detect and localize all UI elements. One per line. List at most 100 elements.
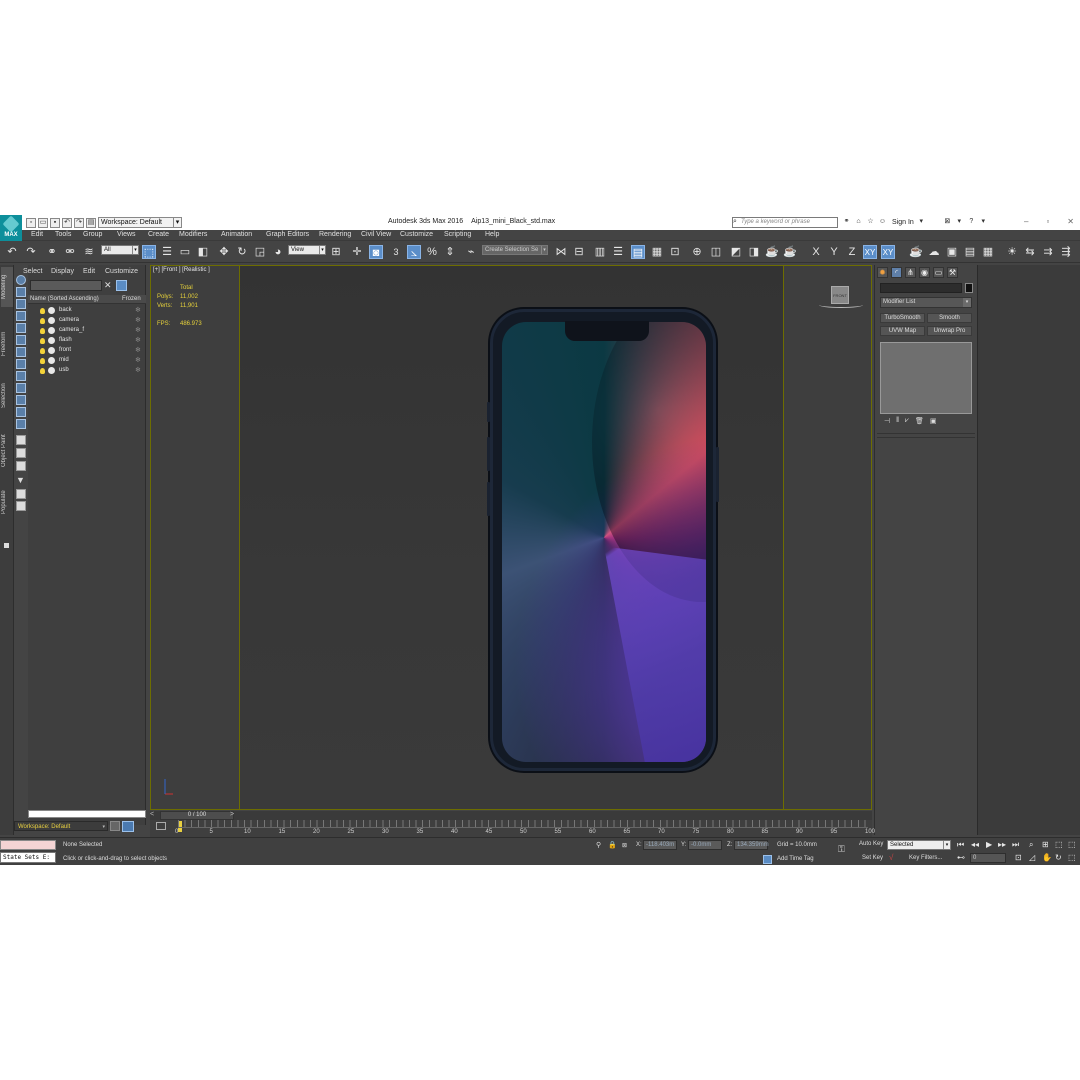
sign-in-button[interactable]: Sign In xyxy=(892,219,914,226)
hierarchy-tab-icon[interactable]: ⋔ xyxy=(905,267,916,278)
key-icon[interactable]: ⚿ xyxy=(838,844,845,855)
menu-customize[interactable]: Customize xyxy=(400,231,433,238)
select-by-name-icon[interactable]: ☰ xyxy=(160,245,174,259)
zoom-extents-icon[interactable]: ⬚ xyxy=(1055,840,1063,849)
make-unique-icon[interactable]: ⩗ xyxy=(905,417,909,427)
redo-icon[interactable]: ↷ xyxy=(74,217,84,228)
menu-edit[interactable]: Edit xyxy=(31,231,43,238)
shape-filter-icon[interactable] xyxy=(16,323,26,333)
create-tab-icon[interactable]: ✹ xyxy=(877,267,888,278)
time-tag-icon[interactable] xyxy=(763,855,772,864)
object-color-swatch[interactable] xyxy=(965,283,973,293)
modifier-list-dropdown[interactable]: Modifier List ▾ xyxy=(880,297,972,308)
xref-filter-icon[interactable] xyxy=(16,395,26,405)
workspace-selector[interactable]: Workspace: Default ▾ xyxy=(14,821,108,831)
snaps-toggle-icon[interactable]: 3 xyxy=(389,245,403,259)
mirror-icon[interactable]: ⋈ xyxy=(554,245,568,259)
exchange-icon[interactable]: ⊠ xyxy=(943,217,952,227)
phone-model[interactable] xyxy=(487,309,719,771)
frozen-snowflake-icon[interactable]: ❄ xyxy=(135,346,141,354)
place-icon[interactable]: ◕ xyxy=(271,245,285,259)
track-bar[interactable]: 0 5 10 15 20 25 30 35 40 45 50 55 60 65 70 75 80 85 90 95 10… xyxy=(150,820,875,837)
axis-xy-cycle-button[interactable]: XY xyxy=(881,245,895,259)
light-bulb-icon[interactable] xyxy=(40,318,45,324)
toggle-scene-explorer-icon[interactable]: ▤ xyxy=(631,245,645,259)
render-production-icon[interactable]: ☕ xyxy=(765,245,779,259)
schematic-view-icon[interactable]: ⊕ xyxy=(690,245,704,259)
chevron-down-icon[interactable]: ▾ xyxy=(955,217,964,227)
align-icon[interactable]: ⊟ xyxy=(572,245,586,259)
x-coordinate-field[interactable]: -118.403m xyxy=(643,840,677,850)
maximize-icon[interactable]: ▫ xyxy=(1046,217,1049,226)
zoom-icon[interactable]: ⌕ xyxy=(1029,840,1033,850)
absolute-mode-icon[interactable]: ⊠ xyxy=(622,842,627,849)
remove-modifier-icon[interactable]: 🗑 xyxy=(915,417,924,427)
angle-snap-icon[interactable]: ⦣ xyxy=(407,245,421,259)
sync-selection-icon[interactable] xyxy=(16,489,26,499)
menu-graph-editors[interactable]: Graph Editors xyxy=(266,231,309,238)
menu-rendering[interactable]: Rendering xyxy=(319,231,351,238)
key-selection-dropdown[interactable]: Selected ▾ xyxy=(887,840,951,850)
frozen-snowflake-icon[interactable]: ❄ xyxy=(135,326,141,334)
render-window-icon[interactable]: ▣ xyxy=(945,245,959,259)
menu-tools[interactable]: Tools xyxy=(55,231,71,238)
isolate-icon[interactable]: ⚲ xyxy=(596,841,601,849)
expand-icon[interactable] xyxy=(4,543,9,548)
set-key-button[interactable]: Set Key xyxy=(862,855,883,861)
list-item[interactable]: camera ❄ xyxy=(28,316,146,326)
cloud-icon[interactable]: ☁ xyxy=(927,245,941,259)
show-end-result-icon[interactable]: ‖ xyxy=(896,417,899,427)
tab-populate[interactable]: Populate xyxy=(1,483,13,521)
container-filter-icon[interactable] xyxy=(16,419,26,429)
link-icon[interactable]: ⚭ xyxy=(45,245,59,259)
light-bulb-icon[interactable] xyxy=(40,338,45,344)
menu-scripting[interactable]: Scripting xyxy=(444,231,471,238)
selection-filter-dropdown[interactable]: All ▾ xyxy=(101,245,139,255)
undo-icon[interactable]: ↶ xyxy=(62,217,72,228)
column-frozen[interactable]: Frozen xyxy=(122,296,141,302)
list-item[interactable]: back ❄ xyxy=(28,306,146,316)
display-all-icon[interactable] xyxy=(16,287,26,297)
state-sets-field[interactable]: State Sets E: xyxy=(0,852,56,863)
key-filters-button[interactable]: Key Filters... xyxy=(909,855,942,861)
frozen-snowflake-icon[interactable]: ❄ xyxy=(135,306,141,314)
reference-coordinate-dropdown[interactable]: View ▾ xyxy=(288,245,326,255)
pivot-center-icon[interactable]: ⊞ xyxy=(329,245,343,259)
save-file-icon[interactable]: ▪ xyxy=(50,217,60,228)
layer-explorer-icon[interactable]: ▥ xyxy=(593,245,607,259)
menu-help[interactable]: Help xyxy=(485,231,499,238)
menu-modifiers[interactable]: Modifiers xyxy=(179,231,207,238)
axis-x-button[interactable]: X xyxy=(809,245,823,259)
viewcube-compass[interactable] xyxy=(819,302,863,308)
select-manipulate-icon[interactable]: ✛ xyxy=(350,245,364,259)
helper-filter-icon[interactable] xyxy=(16,359,26,369)
undo-icon[interactable]: ↶ xyxy=(5,245,19,259)
time-config-icon[interactable]: ⊡ xyxy=(1015,853,1022,862)
rotate-icon[interactable]: ↻ xyxy=(235,245,249,259)
bone-filter-icon[interactable] xyxy=(16,407,26,417)
field-of-view-icon[interactable]: ◿ xyxy=(1029,853,1035,862)
display-tab-icon[interactable]: ▭ xyxy=(933,267,944,278)
z-coordinate-field[interactable]: 134.359mm xyxy=(734,840,769,850)
zoom-extents-all-icon[interactable]: ⬚ xyxy=(1068,840,1076,849)
window-crossing-icon[interactable]: ◧ xyxy=(196,245,210,259)
explorer-menu-select[interactable]: Select xyxy=(23,268,42,275)
graphite-ribbon-icon[interactable]: ▦ xyxy=(650,245,664,259)
add-time-tag-button[interactable]: Add Time Tag xyxy=(777,856,814,862)
menu-views[interactable]: Views xyxy=(117,231,136,238)
menu-group[interactable]: Group xyxy=(83,231,102,238)
menu-civil-view[interactable]: Civil View xyxy=(361,231,391,238)
key-mode-icon[interactable]: ⊷ xyxy=(957,853,965,862)
maxscript-listener[interactable] xyxy=(0,840,56,850)
frozen-snowflake-icon[interactable]: ❄ xyxy=(135,366,141,374)
chevron-down-icon[interactable]: ▾ xyxy=(979,217,988,227)
scale-icon[interactable]: ◲ xyxy=(253,245,267,259)
axis-z-button[interactable]: Z xyxy=(845,245,859,259)
filter-icon[interactable] xyxy=(116,280,127,291)
favorites-icon[interactable]: ☆ xyxy=(866,217,875,227)
move-icon[interactable]: ✥ xyxy=(217,245,231,259)
list-item[interactable]: flash ❄ xyxy=(28,336,146,346)
mini-curve-editor-icon[interactable] xyxy=(156,822,166,830)
light-bulb-icon[interactable] xyxy=(40,348,45,354)
menu-create[interactable]: Create xyxy=(148,231,169,238)
